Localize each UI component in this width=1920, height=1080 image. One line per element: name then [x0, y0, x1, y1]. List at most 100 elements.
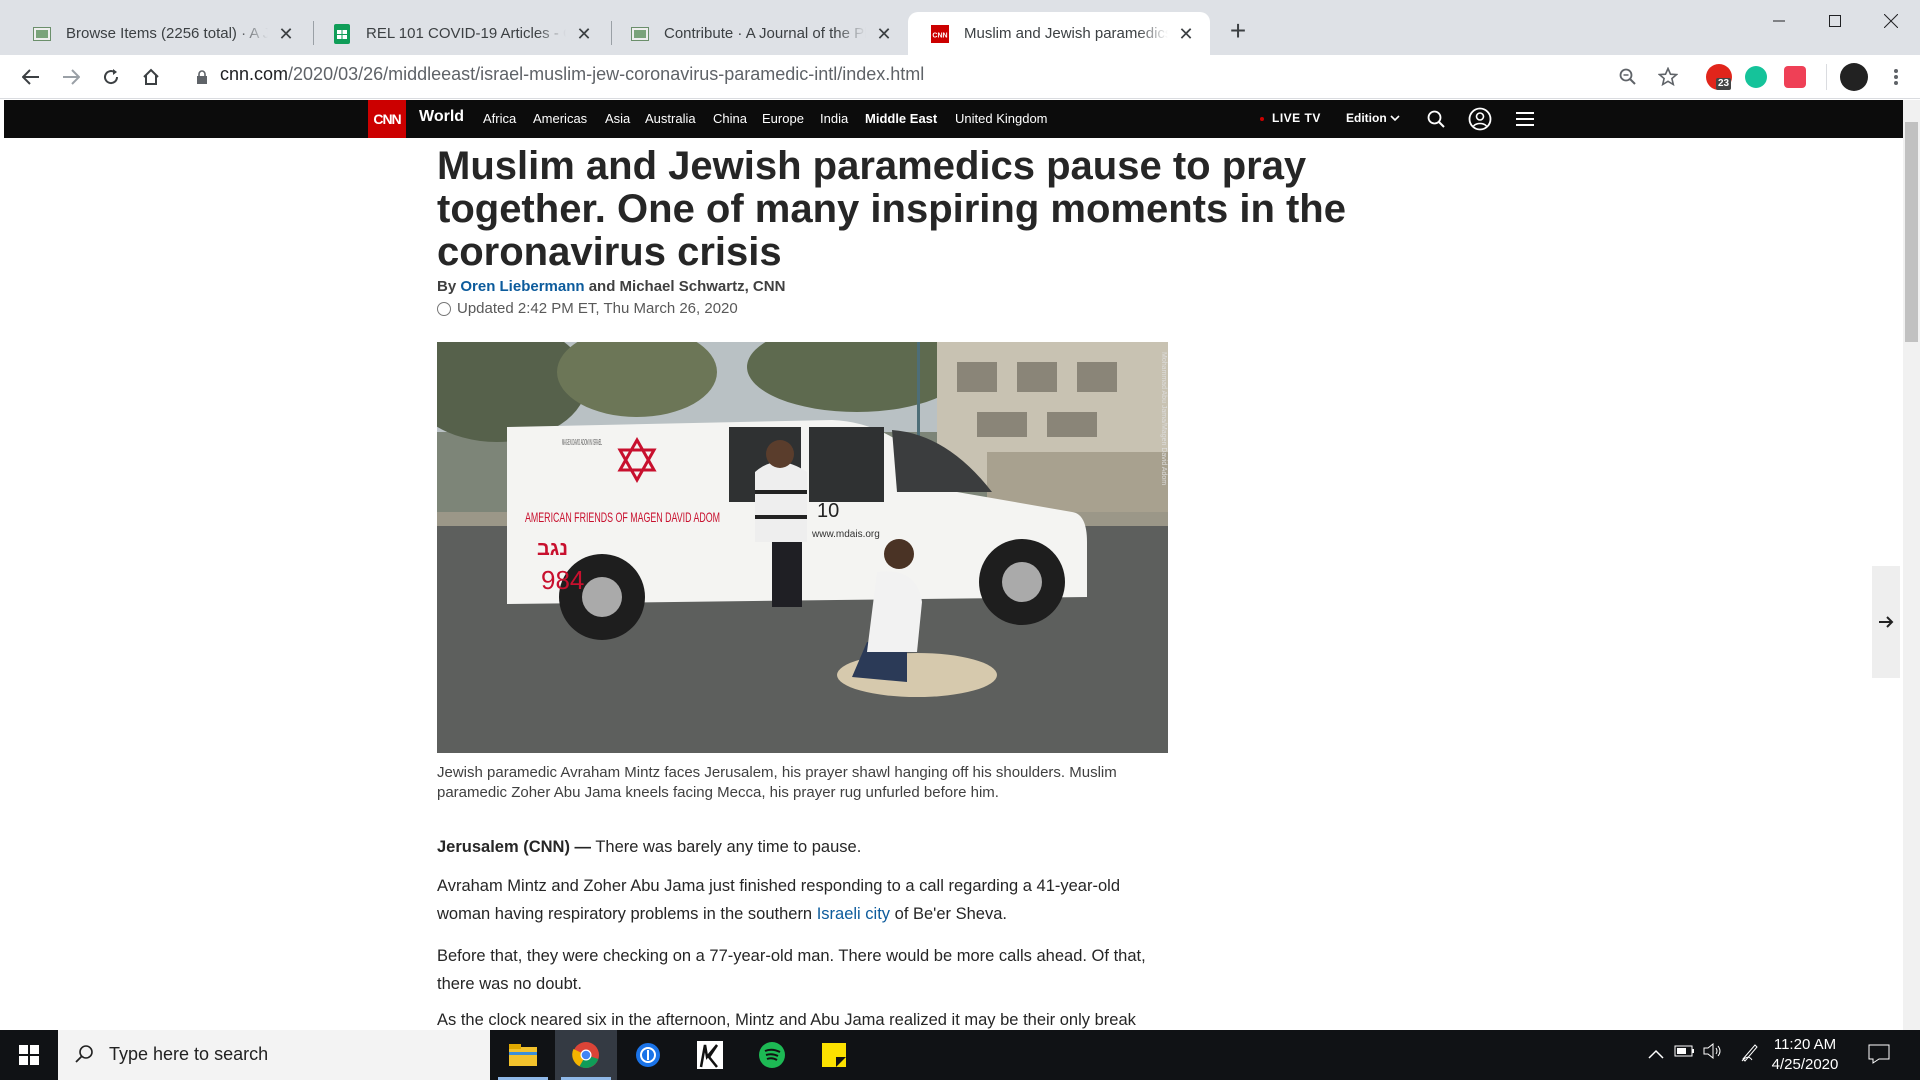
edition-label: Edition [1346, 111, 1387, 125]
url-path: /2020/03/26/middleeast/israel-muslim-jew… [288, 64, 925, 84]
website-text: www.mdais.org [811, 529, 880, 540]
bookmark-star-icon[interactable] [1654, 63, 1682, 91]
speaker-icon[interactable] [1703, 1042, 1723, 1064]
nav-link-americas[interactable]: Americas [533, 111, 587, 126]
dateline: Jerusalem (CNN) — [437, 838, 592, 856]
mda-english-text: MAGEN DAVID ADOM IN ISRAEL [562, 438, 602, 447]
kindle-icon[interactable] [679, 1030, 741, 1080]
spotify-icon[interactable] [741, 1030, 803, 1080]
url-host: cnn.com [220, 64, 289, 84]
unit-number-text: 984 [541, 565, 584, 595]
omeka-icon [630, 25, 650, 43]
profile-avatar[interactable] [1840, 63, 1868, 91]
article-paragraph: Avraham Mintz and Zoher Abu Jama just fi… [437, 872, 1177, 928]
system-clock[interactable]: 11:20 AM 4/25/2020 [1760, 1035, 1850, 1075]
nav-link-europe[interactable]: Europe [762, 111, 804, 126]
svg-text:CNN: CNN [932, 32, 947, 39]
reload-icon[interactable] [97, 63, 125, 91]
article-paragraph: Before that, they were checking on a 77-… [437, 947, 1146, 993]
live-indicator-dot [1260, 117, 1264, 121]
nav-section-world[interactable]: World [419, 108, 464, 126]
paragraph-text: Avraham Mintz and Zoher Abu Jama just fi… [437, 877, 1120, 923]
hebrew-unit-text: נגב [537, 538, 568, 560]
taskbar-search-placeholder: Type here to search [109, 1044, 269, 1064]
close-tab-icon[interactable]: ✕ [574, 24, 594, 44]
nav-link-india[interactable]: India [820, 111, 848, 126]
home-icon[interactable] [137, 63, 165, 91]
paramedics-praying-photo: MAGEN DAVID ADOM IN ISRAEL AMERICAN FRIE… [437, 342, 1168, 753]
clock-time: 11:20 AM [1773, 1036, 1837, 1053]
photo-credit-text: Mohammad Abu Jama/Magen David Adom [1160, 352, 1167, 485]
close-tab-icon[interactable]: ✕ [276, 24, 296, 44]
tab-title: Browse Items (2256 total) · A Jou [66, 25, 268, 42]
onepassword-icon[interactable] [617, 1030, 679, 1080]
article-photo[interactable]: MAGEN DAVID ADOM IN ISRAEL AMERICAN FRIE… [437, 342, 1168, 753]
forward-arrow-icon[interactable] [57, 63, 85, 91]
hamburger-menu-icon[interactable] [1513, 107, 1537, 131]
author-link[interactable]: Oren Liebermann [460, 278, 584, 295]
grammarly-extension-icon[interactable] [1745, 66, 1767, 88]
back-arrow-icon[interactable] [17, 63, 45, 91]
omeka-icon [32, 25, 52, 43]
pen-workspace-icon[interactable] [1740, 1042, 1760, 1067]
clock-date: 4/25/2020 [1771, 1056, 1839, 1073]
file-explorer-icon[interactable] [492, 1030, 554, 1080]
chrome-menu-icon[interactable] [1882, 63, 1910, 91]
minimize-window-icon[interactable] [1754, 6, 1804, 36]
url-text[interactable]: cnn.com/2020/03/26/middleeast/israel-mus… [220, 64, 924, 85]
adblock-extension-icon[interactable]: 23 [1706, 64, 1732, 90]
lock-icon[interactable] [188, 63, 216, 91]
paragraph-text: As the clock neared six in the afternoon… [437, 1012, 1136, 1029]
nav-link-australia[interactable]: Australia [645, 111, 696, 126]
browser-tab-active[interactable]: CNN Muslim and Jewish paramedics p ✕ [908, 12, 1210, 55]
notifications-icon[interactable] [1868, 1044, 1890, 1069]
live-tv-link[interactable]: LIVE TV [1272, 111, 1321, 125]
nav-link-united-kingdom[interactable]: United Kingdom [955, 111, 1048, 126]
browser-tab[interactable]: Contribute · A Journal of the Plag ✕ [608, 12, 908, 55]
cnn-logo[interactable]: CNN [368, 100, 406, 138]
browser-tab[interactable]: REL 101 COVID-19 Articles - Goo ✕ [310, 12, 608, 55]
edition-selector[interactable]: Edition [1346, 111, 1400, 125]
chevron-down-icon [1390, 115, 1400, 122]
tab-title: Contribute · A Journal of the Plag [664, 25, 866, 42]
updated-timestamp: Updated 2:42 PM ET, Thu March 26, 2020 [437, 300, 738, 317]
clock-icon [437, 301, 451, 316]
nav-link-africa[interactable]: Africa [483, 111, 516, 126]
paragraph-text: of Be'er Sheva. [890, 905, 1007, 923]
tab-title: REL 101 COVID-19 Articles - Goo [366, 25, 566, 42]
windows-start-icon[interactable] [0, 1030, 58, 1080]
maximize-window-icon[interactable] [1810, 6, 1860, 36]
tray-chevron-up-icon[interactable] [1648, 1046, 1664, 1064]
byline-prefix: By [437, 278, 461, 295]
byline-rest: and Michael Schwartz, CNN [584, 278, 786, 295]
scrollbar-thumb[interactable] [1905, 122, 1918, 342]
side-number-text: 10 [817, 500, 839, 522]
nav-link-asia[interactable]: Asia [605, 111, 630, 126]
sticky-notes-icon[interactable] [803, 1030, 865, 1080]
close-tab-icon[interactable]: ✕ [874, 24, 894, 44]
updated-text: Updated 2:42 PM ET, Thu March 26, 2020 [457, 300, 738, 317]
battery-icon[interactable] [1674, 1044, 1696, 1063]
nav-link-china[interactable]: China [713, 111, 747, 126]
tab-title: Muslim and Jewish paramedics p [964, 25, 1168, 42]
search-icon[interactable] [1424, 107, 1448, 131]
pocket-extension-icon[interactable] [1784, 66, 1806, 88]
cnn-favicon: CNN [930, 24, 950, 43]
browser-tab[interactable]: Browse Items (2256 total) · A Jou ✕ [10, 12, 310, 55]
close-tab-icon[interactable]: ✕ [1176, 24, 1196, 44]
chrome-icon[interactable] [555, 1030, 617, 1080]
extension-badge: 23 [1716, 78, 1732, 90]
israeli-city-link[interactable]: Israeli city [817, 905, 890, 923]
new-tab-button[interactable]: + [1224, 17, 1252, 46]
next-article-arrow-icon[interactable] [1872, 566, 1900, 678]
toolbar-divider [1826, 64, 1827, 90]
zoom-icon[interactable] [1614, 63, 1642, 91]
user-account-icon[interactable] [1468, 107, 1492, 131]
close-window-icon[interactable] [1866, 6, 1916, 36]
nav-link-middle-east[interactable]: Middle East [865, 111, 937, 126]
cnn-nav-bar [4, 100, 1904, 138]
google-sheets-icon [332, 23, 352, 44]
afmda-text: AMERICAN FRIENDS OF MAGEN DAVID ADOM [525, 509, 720, 525]
article-paragraph-partial: As the clock neared six in the afternoon… [437, 1012, 1177, 1030]
search-icon [74, 1044, 94, 1069]
